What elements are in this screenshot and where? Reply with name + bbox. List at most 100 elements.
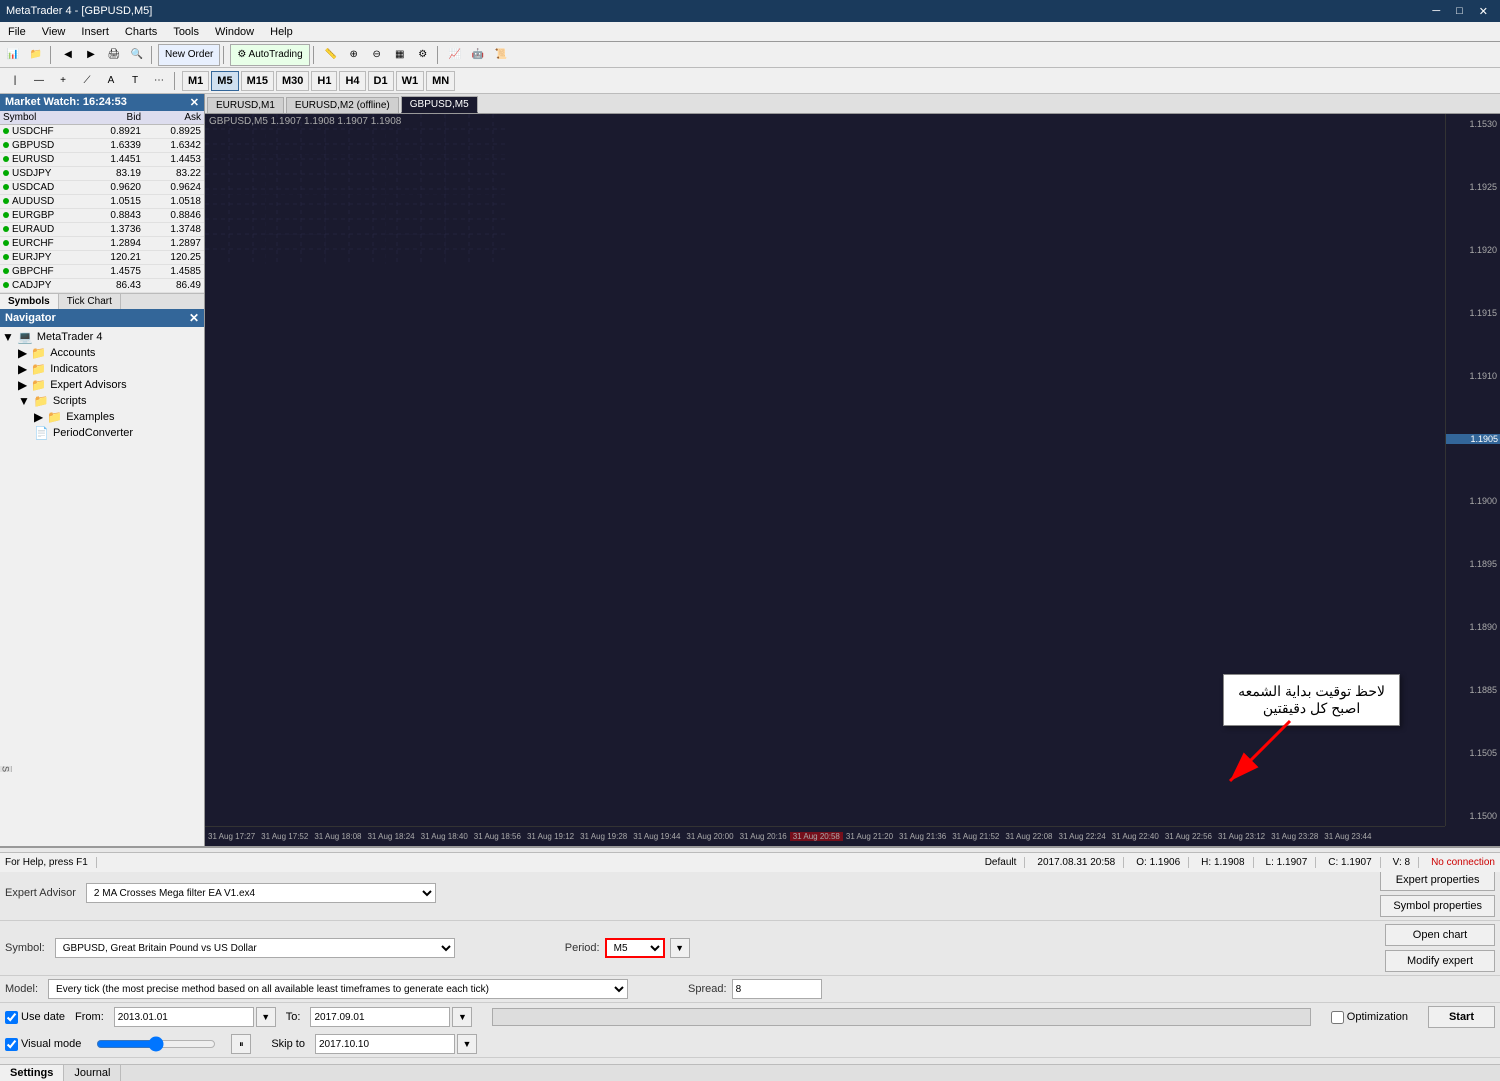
modify-expert-btn[interactable]: Modify expert (1385, 950, 1495, 972)
zoom-out-btn[interactable]: ⊖ (366, 44, 388, 66)
forward-btn[interactable]: ▶ (80, 44, 102, 66)
line-tool[interactable]: | (4, 70, 26, 92)
symbol-properties-btn[interactable]: Symbol properties (1380, 895, 1495, 917)
mw-row-gbpusd[interactable]: GBPUSD 1.6339 1.6342 (0, 139, 204, 153)
visual-mode-label[interactable]: Visual mode (5, 1038, 81, 1051)
chart-tab-gbpusd-m5[interactable]: GBPUSD,M5 (401, 96, 478, 113)
prop-btn[interactable]: ⚙ (412, 44, 434, 66)
open-btn[interactable]: 📁 (25, 44, 47, 66)
to-date-cal-btn[interactable]: ▼ (452, 1007, 472, 1027)
nav-item-metatrader4[interactable]: ▼ 💻 MetaTrader 4 (2, 329, 202, 345)
arr-tool[interactable]: A (100, 70, 122, 92)
skip-to-cal-btn[interactable]: ▼ (457, 1034, 477, 1054)
menu-file[interactable]: File (0, 22, 34, 42)
period-arrow-btn[interactable]: ▼ (670, 938, 690, 958)
ea-btn[interactable]: 🤖 (467, 44, 489, 66)
auto-trading-btn[interactable]: ⚙ AutoTrading (230, 44, 309, 66)
skip-to-input[interactable] (315, 1034, 455, 1054)
open-chart-btn[interactable]: Open chart (1385, 924, 1495, 946)
tester-tab-settings[interactable]: Settings (0, 1065, 64, 1081)
mw-row-euraud[interactable]: EURAUD 1.3736 1.3748 (0, 223, 204, 237)
nav-item-scripts[interactable]: ▼ 📁 Scripts (18, 393, 202, 409)
new-order-btn[interactable]: New Order (158, 44, 220, 66)
from-date-input[interactable] (114, 1007, 254, 1027)
tab-symbols[interactable]: Symbols (0, 294, 59, 309)
mw-row-eurusd[interactable]: EURUSD 1.4451 1.4453 (0, 153, 204, 167)
nav-item-ea[interactable]: ▶ 📁 Expert Advisors (18, 377, 202, 393)
spread-input[interactable] (732, 979, 822, 999)
menu-help[interactable]: Help (262, 22, 301, 42)
speed-slider[interactable] (96, 1036, 216, 1052)
optimization-checkbox[interactable] (1331, 1011, 1344, 1024)
period-dropdown[interactable]: M5 (605, 938, 665, 958)
start-button[interactable]: Start (1428, 1006, 1495, 1028)
optimization-label[interactable]: Optimization (1331, 1011, 1408, 1024)
minimize-button[interactable]: ─ (1426, 2, 1446, 20)
chart-tab-eurusd-m2[interactable]: EURUSD,M2 (offline) (286, 97, 399, 113)
script-btn[interactable]: 📜 (490, 44, 512, 66)
use-date-checkbox[interactable] (5, 1011, 18, 1024)
period-mn[interactable]: MN (426, 71, 455, 91)
menu-tools[interactable]: Tools (165, 22, 207, 42)
mw-row-usdchf[interactable]: USDCHF 0.8921 0.8925 (0, 125, 204, 139)
period-m5[interactable]: M5 (211, 71, 238, 91)
menu-window[interactable]: Window (207, 22, 262, 42)
line-studies-btn[interactable]: 📏 (320, 44, 342, 66)
period-w1[interactable]: W1 (396, 71, 425, 91)
expert-properties-btn[interactable]: Expert properties (1380, 869, 1495, 891)
tester-tab-journal[interactable]: Journal (64, 1065, 121, 1081)
close-button[interactable]: ✕ (1473, 2, 1494, 20)
chart-tab-eurusd-m1[interactable]: EURUSD,M1 (207, 97, 284, 113)
chart-type-btn[interactable]: ▦ (389, 44, 411, 66)
cross-tool[interactable]: + (52, 70, 74, 92)
back-btn[interactable]: ◀ (57, 44, 79, 66)
model-dropdown[interactable]: Every tick (the most precise method base… (48, 979, 628, 999)
time-7: 31 Aug 19:28 (577, 832, 630, 841)
nav-item-accounts[interactable]: ▶ 📁 Accounts (18, 345, 202, 361)
status-datetime: 2017.08.31 20:58 (1037, 857, 1124, 868)
period-h1[interactable]: H1 (311, 71, 337, 91)
chart-canvas[interactable]: GBPUSD,M5 1.1907 1.1908 1.1907 1.1908 (205, 114, 1500, 846)
mw-row-eurjpy[interactable]: EURJPY 120.21 120.25 (0, 251, 204, 265)
period-h4[interactable]: H4 (339, 71, 365, 91)
mw-row-eurchf[interactable]: EURCHF 1.2894 1.2897 (0, 237, 204, 251)
mw-row-eurgbp[interactable]: EURGBP 0.8843 0.8846 (0, 209, 204, 223)
to-date-input[interactable] (310, 1007, 450, 1027)
period-m30[interactable]: M30 (276, 71, 309, 91)
spread-row: Spread: (688, 979, 822, 999)
from-date-cal-btn[interactable]: ▼ (256, 1007, 276, 1027)
indicators-btn[interactable]: 📈 (444, 44, 466, 66)
nav-item-examples[interactable]: ▶ 📁 Examples (34, 409, 202, 425)
nav-tree: ▼ 💻 MetaTrader 4 ▶ 📁 Accounts ▶ 📁 Indica… (0, 327, 204, 443)
market-watch-close[interactable]: ✕ (190, 96, 199, 109)
menu-insert[interactable]: Insert (73, 22, 117, 42)
mw-row-cadjpy[interactable]: CADJPY 86.43 86.49 (0, 279, 204, 293)
ray-tool[interactable]: ⟋ (76, 70, 98, 92)
visual-mode-checkbox[interactable] (5, 1038, 18, 1051)
tab-tick-chart[interactable]: Tick Chart (59, 294, 121, 309)
restore-button[interactable]: □ (1450, 2, 1469, 20)
more-tool[interactable]: ⋯ (148, 70, 170, 92)
ea-dropdown[interactable]: 2 MA Crosses Mega filter EA V1.ex4 (86, 883, 436, 903)
symbol-dropdown[interactable]: GBPUSD, Great Britain Pound vs US Dollar (55, 938, 455, 958)
period-d1[interactable]: D1 (368, 71, 394, 91)
dash-tool[interactable]: — (28, 70, 50, 92)
menu-charts[interactable]: Charts (117, 22, 165, 42)
text-tool[interactable]: T (124, 70, 146, 92)
mw-row-audusd[interactable]: AUDUSD 1.0515 1.0518 (0, 195, 204, 209)
period-m15[interactable]: M15 (241, 71, 274, 91)
print-btn[interactable]: 🖨 (103, 44, 125, 66)
mw-row-usdcad[interactable]: USDCAD 0.9620 0.9624 (0, 181, 204, 195)
navigator-close[interactable]: ✕ (189, 311, 199, 325)
pause-btn[interactable]: ⏸ (231, 1034, 251, 1054)
mw-row-usdjpy[interactable]: USDJPY 83.19 83.22 (0, 167, 204, 181)
new-chart-btn[interactable]: 📊 (2, 44, 24, 66)
period-m1[interactable]: M1 (182, 71, 209, 91)
mw-row-gbpchf[interactable]: GBPCHF 1.4575 1.4585 (0, 265, 204, 279)
print-prev-btn[interactable]: 🔍 (126, 44, 148, 66)
nav-item-periodconverter[interactable]: 📄 PeriodConverter (34, 425, 202, 441)
zoom-in-btn[interactable]: ⊕ (343, 44, 365, 66)
use-date-checkbox-label[interactable]: Use date (5, 1011, 65, 1024)
nav-item-indicators[interactable]: ▶ 📁 Indicators (18, 361, 202, 377)
menu-view[interactable]: View (34, 22, 74, 42)
